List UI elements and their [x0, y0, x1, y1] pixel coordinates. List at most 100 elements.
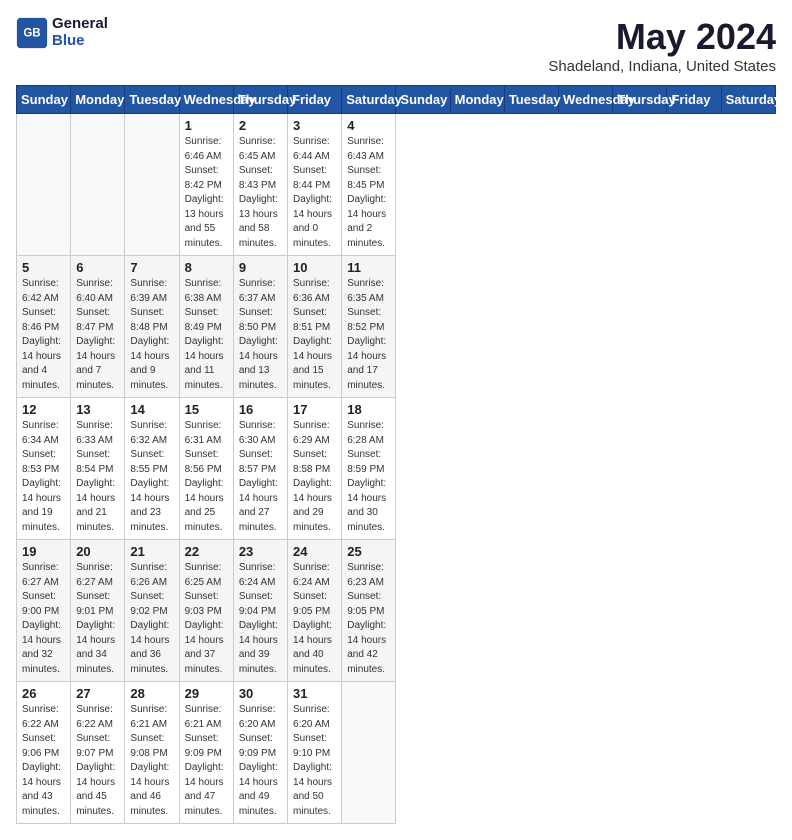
day-of-week-header: Sunday	[17, 86, 71, 114]
calendar-cell: 12Sunrise: 6:34 AM Sunset: 8:53 PM Dayli…	[17, 398, 71, 540]
day-info: Sunrise: 6:36 AM Sunset: 8:51 PM Dayligh…	[293, 277, 336, 393]
day-number: 20	[76, 544, 119, 559]
day-info: Sunrise: 6:22 AM Sunset: 9:07 PM Dayligh…	[76, 703, 119, 819]
day-info: Sunrise: 6:22 AM Sunset: 9:06 PM Dayligh…	[22, 703, 65, 819]
day-of-week-header: Wednesday	[559, 86, 613, 114]
calendar-cell: 17 Sunrise: 6:29 AM Sunset: 8:58 PM Dayli…	[288, 398, 342, 540]
day-info: Sunrise: 6:44 AM Sunset: 8:44 PM Dayligh…	[293, 135, 336, 251]
location-subtitle: Shadeland, Indiana, United States	[548, 58, 776, 75]
calendar-cell: 27Sunrise: 6:22 AM Sunset: 9:07 PM Dayli…	[71, 682, 125, 824]
logo-line2: Blue	[52, 33, 108, 50]
calendar-cell: 8Sunrise: 6:38 AM Sunset: 8:49 PM Daylig…	[179, 256, 233, 398]
calendar-cell: 25 Sunrise: 6:23 AM Sunset: 9:05 PM Dayli…	[342, 540, 396, 682]
calendar-week-row: 5Sunrise: 6:42 AM Sunset: 8:46 PM Daylig…	[17, 256, 776, 398]
day-info: Sunrise: 6:21 AM Sunset: 9:09 PM Dayligh…	[185, 703, 228, 819]
day-number: 17	[293, 402, 336, 417]
day-number: 9	[239, 260, 282, 275]
day-of-week-header: Thursday	[233, 86, 287, 114]
day-number: 6	[76, 260, 119, 275]
day-number: 16	[239, 402, 282, 417]
day-info: Sunrise: 6:23 AM Sunset: 9:05 PM Dayligh…	[347, 561, 390, 677]
calendar-week-row: 1Sunrise: 6:46 AM Sunset: 8:42 PM Daylig…	[17, 114, 776, 256]
day-info: Sunrise: 6:26 AM Sunset: 9:02 PM Dayligh…	[130, 561, 173, 677]
calendar-cell: 14 Sunrise: 6:32 AM Sunset: 8:55 PM Dayli…	[125, 398, 179, 540]
day-of-week-header: Thursday	[613, 86, 667, 114]
calendar-cell: 11 Sunrise: 6:35 AM Sunset: 8:52 PM Dayli…	[342, 256, 396, 398]
day-of-week-header: Sunday	[396, 86, 450, 114]
logo-icon: GB	[16, 17, 48, 49]
calendar-cell: 30Sunrise: 6:20 AM Sunset: 9:09 PM Dayli…	[233, 682, 287, 824]
day-of-week-header: Monday	[71, 86, 125, 114]
calendar-week-row: 12Sunrise: 6:34 AM Sunset: 8:53 PM Dayli…	[17, 398, 776, 540]
title-block: May 2024 Shadeland, Indiana, United Stat…	[548, 16, 776, 75]
day-info: Sunrise: 6:35 AM Sunset: 8:52 PM Dayligh…	[347, 277, 390, 393]
day-info: Sunrise: 6:24 AM Sunset: 9:04 PM Dayligh…	[239, 561, 282, 677]
calendar-cell	[71, 114, 125, 256]
logo-line1: General	[52, 16, 108, 33]
day-info: Sunrise: 6:27 AM Sunset: 9:01 PM Dayligh…	[76, 561, 119, 677]
day-number: 23	[239, 544, 282, 559]
day-info: Sunrise: 6:45 AM Sunset: 8:43 PM Dayligh…	[239, 135, 282, 251]
day-info: Sunrise: 6:24 AM Sunset: 9:05 PM Dayligh…	[293, 561, 336, 677]
day-number: 14	[130, 402, 173, 417]
day-of-week-header: Saturday	[721, 86, 775, 114]
calendar-cell: 21Sunrise: 6:26 AM Sunset: 9:02 PM Dayli…	[125, 540, 179, 682]
day-number: 29	[185, 686, 228, 701]
calendar-cell: 7 Sunrise: 6:39 AM Sunset: 8:48 PM Daylig…	[125, 256, 179, 398]
calendar-cell: 3Sunrise: 6:44 AM Sunset: 8:44 PM Daylig…	[288, 114, 342, 256]
calendar-week-row: 19 Sunrise: 6:27 AM Sunset: 9:00 PM Dayli…	[17, 540, 776, 682]
day-info: Sunrise: 6:40 AM Sunset: 8:47 PM Dayligh…	[76, 277, 119, 393]
calendar-cell: 15Sunrise: 6:31 AM Sunset: 8:56 PM Dayli…	[179, 398, 233, 540]
day-info: Sunrise: 6:31 AM Sunset: 8:56 PM Dayligh…	[185, 419, 228, 535]
day-number: 2	[239, 118, 282, 133]
day-of-week-header: Tuesday	[504, 86, 558, 114]
calendar-cell: 1Sunrise: 6:46 AM Sunset: 8:42 PM Daylig…	[179, 114, 233, 256]
day-number: 1	[185, 118, 228, 133]
calendar-cell: 29 Sunrise: 6:21 AM Sunset: 9:09 PM Dayli…	[179, 682, 233, 824]
calendar-cell: 13 Sunrise: 6:33 AM Sunset: 8:54 PM Dayli…	[71, 398, 125, 540]
calendar-header-row: SundayMondayTuesdayWednesdayThursdayFrid…	[17, 86, 776, 114]
day-number: 13	[76, 402, 119, 417]
day-number: 7	[130, 260, 173, 275]
day-number: 22	[185, 544, 228, 559]
day-info: Sunrise: 6:20 AM Sunset: 9:09 PM Dayligh…	[239, 703, 282, 819]
calendar-cell: 10 Sunrise: 6:36 AM Sunset: 8:51 PM Dayli…	[288, 256, 342, 398]
calendar-cell: 24Sunrise: 6:24 AM Sunset: 9:05 PM Dayli…	[288, 540, 342, 682]
day-number: 11	[347, 260, 390, 275]
day-number: 10	[293, 260, 336, 275]
calendar-cell: 20 Sunrise: 6:27 AM Sunset: 9:01 PM Dayli…	[71, 540, 125, 682]
day-of-week-header: Friday	[667, 86, 721, 114]
calendar-cell: 2 Sunrise: 6:45 AM Sunset: 8:43 PM Daylig…	[233, 114, 287, 256]
day-number: 31	[293, 686, 336, 701]
svg-text:GB: GB	[23, 27, 40, 39]
calendar-cell: 28Sunrise: 6:21 AM Sunset: 9:08 PM Dayli…	[125, 682, 179, 824]
day-of-week-header: Tuesday	[125, 86, 179, 114]
calendar-cell: 5Sunrise: 6:42 AM Sunset: 8:46 PM Daylig…	[17, 256, 71, 398]
day-number: 18	[347, 402, 390, 417]
day-info: Sunrise: 6:38 AM Sunset: 8:49 PM Dayligh…	[185, 277, 228, 393]
day-info: Sunrise: 6:34 AM Sunset: 8:53 PM Dayligh…	[22, 419, 65, 535]
calendar-cell	[342, 682, 396, 824]
day-info: Sunrise: 6:29 AM Sunset: 8:58 PM Dayligh…	[293, 419, 336, 535]
day-number: 19	[22, 544, 65, 559]
day-info: Sunrise: 6:42 AM Sunset: 8:46 PM Dayligh…	[22, 277, 65, 393]
calendar-table: SundayMondayTuesdayWednesdayThursdayFrid…	[16, 85, 776, 824]
day-info: Sunrise: 6:43 AM Sunset: 8:45 PM Dayligh…	[347, 135, 390, 251]
calendar-cell: 31Sunrise: 6:20 AM Sunset: 9:10 PM Dayli…	[288, 682, 342, 824]
day-info: Sunrise: 6:27 AM Sunset: 9:00 PM Dayligh…	[22, 561, 65, 677]
day-info: Sunrise: 6:32 AM Sunset: 8:55 PM Dayligh…	[130, 419, 173, 535]
day-info: Sunrise: 6:33 AM Sunset: 8:54 PM Dayligh…	[76, 419, 119, 535]
calendar-cell	[17, 114, 71, 256]
month-year-title: May 2024	[548, 16, 776, 58]
day-info: Sunrise: 6:28 AM Sunset: 8:59 PM Dayligh…	[347, 419, 390, 535]
day-info: Sunrise: 6:25 AM Sunset: 9:03 PM Dayligh…	[185, 561, 228, 677]
day-number: 28	[130, 686, 173, 701]
day-number: 25	[347, 544, 390, 559]
day-of-week-header: Monday	[450, 86, 504, 114]
day-of-week-header: Friday	[288, 86, 342, 114]
calendar-cell: 18 Sunrise: 6:28 AM Sunset: 8:59 PM Dayli…	[342, 398, 396, 540]
day-info: Sunrise: 6:39 AM Sunset: 8:48 PM Dayligh…	[130, 277, 173, 393]
logo-text: General Blue	[52, 16, 108, 49]
calendar-cell: 23 Sunrise: 6:24 AM Sunset: 9:04 PM Dayli…	[233, 540, 287, 682]
day-info: Sunrise: 6:30 AM Sunset: 8:57 PM Dayligh…	[239, 419, 282, 535]
